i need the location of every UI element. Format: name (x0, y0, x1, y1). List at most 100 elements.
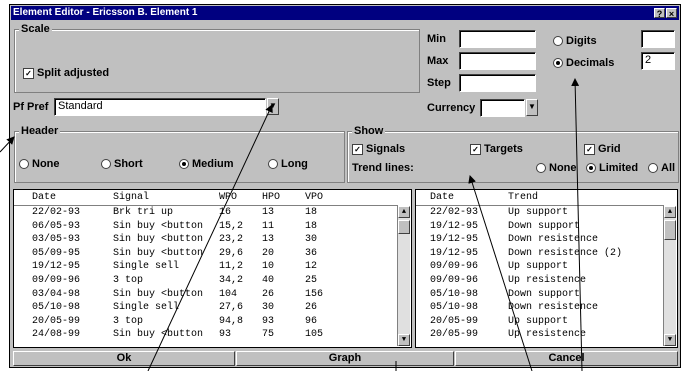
table-cell: 3 top (113, 275, 144, 286)
table-cell: 05/10-98 (430, 288, 479, 300)
checkmark-icon: ✓ (352, 143, 363, 155)
table-cell: 10 (262, 261, 275, 273)
table-cell: 24/08-99 (32, 329, 81, 341)
table-cell: 20/05-99 (430, 315, 479, 327)
signals-scrollbar[interactable]: ▲ ▼ (397, 206, 410, 346)
signals-header-divider (14, 205, 398, 206)
pfpref-dropdown[interactable]: Standard (54, 98, 266, 116)
max-label: Max (427, 55, 449, 67)
table-cell: 96 (305, 315, 318, 327)
grid-checkbox[interactable]: ✓ Grid (584, 143, 621, 155)
table-cell: 104 (219, 288, 238, 300)
table-cell: 156 (305, 288, 324, 300)
header-none-radio[interactable]: None (19, 158, 60, 170)
radio-off-icon (19, 159, 29, 169)
cancel-button[interactable]: Cancel (455, 351, 678, 366)
header-long-label: Long (281, 158, 308, 170)
table-cell: Down support (508, 288, 581, 300)
table-cell: Up support (508, 261, 569, 273)
header-short-label: Short (114, 158, 143, 170)
table-cell: 19/12-95 (430, 220, 479, 232)
table-cell: 3 top (113, 315, 144, 327)
step-field[interactable] (459, 74, 536, 92)
graph-button[interactable]: Graph (236, 351, 454, 366)
decimals-field[interactable]: 2 (641, 52, 675, 70)
radio-off-icon (268, 159, 278, 169)
table-cell: Up resistence (508, 329, 587, 341)
targets-label: Targets (484, 143, 523, 155)
header-medium-radio[interactable]: Medium (179, 158, 234, 170)
scroll-thumb[interactable] (398, 220, 410, 234)
table-cell: 05/10-98 (430, 302, 479, 314)
decimals-radio[interactable]: Decimals (553, 57, 614, 69)
help-button[interactable]: ? (654, 8, 665, 19)
table-cell: 09/09-96 (430, 275, 479, 286)
max-field[interactable] (459, 52, 536, 70)
table-cell: 26 (305, 302, 318, 314)
table-cell: 09/09-96 (430, 261, 479, 273)
table-cell: 05/10-98 (32, 302, 81, 314)
split-adjusted-label: Split adjusted (37, 67, 110, 79)
min-field[interactable] (459, 30, 536, 48)
scroll-thumb[interactable] (664, 220, 676, 240)
radio-on-icon (179, 159, 189, 169)
table-cell: 30 (262, 302, 275, 314)
show-group: Show ✓ Signals ✓ Targets ✓ Grid Trend li… (347, 125, 679, 183)
header-long-radio[interactable]: Long (268, 158, 308, 170)
radio-off-icon (553, 36, 563, 46)
table-cell: Single sell (113, 302, 180, 314)
currency-dropdown-button[interactable]: ▼ (526, 99, 538, 116)
table-cell: 12 (305, 261, 318, 273)
header-medium-label: Medium (192, 158, 234, 170)
targets-checkbox[interactable]: ✓ Targets (470, 143, 523, 155)
header-short-radio[interactable]: Short (101, 158, 143, 170)
table-cell: 93 (262, 315, 275, 327)
scale-group: Scale ✓ Split adjusted (14, 23, 420, 93)
table-cell: Single sell (113, 261, 180, 273)
col-header-hpo: HPO (262, 192, 281, 203)
table-cell: 23,2 (219, 234, 244, 246)
trend-lines-label: Trend lines: (352, 162, 414, 174)
table-cell: Up resistence (508, 275, 587, 286)
scroll-down-icon[interactable]: ▼ (398, 334, 410, 346)
trend-header-divider (416, 205, 664, 206)
digits-field[interactable] (641, 30, 675, 48)
decimals-label: Decimals (566, 57, 615, 69)
ok-button[interactable]: Ok (13, 351, 235, 366)
table-cell: 22/02-93 (430, 207, 479, 218)
trend-none-radio[interactable]: None (536, 162, 577, 174)
checkmark-icon: ✓ (584, 143, 595, 155)
scroll-up-icon[interactable]: ▲ (398, 206, 410, 218)
min-label: Min (427, 33, 446, 45)
radio-off-icon (648, 163, 658, 173)
col-header-vpo: VPO (305, 192, 324, 203)
table-cell: Brk tri up (113, 207, 174, 218)
scroll-down-icon[interactable]: ▼ (664, 334, 676, 346)
table-cell: 11,2 (219, 261, 244, 273)
signals-checkbox[interactable]: ✓ Signals (352, 143, 405, 155)
trend-list[interactable]: Date Trend 22/02-93 Up support 19/12-95 Dow… (415, 189, 678, 348)
signals-list[interactable]: Date Signal WPO HPO VPO 22/02-93 Brk tri … (13, 189, 412, 348)
trend-limited-label: Limited (599, 162, 639, 174)
table-cell: Up support (508, 207, 569, 218)
table-cell: 11 (262, 220, 275, 232)
currency-dropdown[interactable] (480, 99, 525, 117)
currency-label: Currency (427, 102, 476, 114)
grid-label: Grid (598, 143, 621, 155)
close-button[interactable]: × (666, 8, 677, 19)
scroll-up-icon[interactable]: ▲ (664, 206, 676, 218)
table-cell: Down resistence (508, 302, 599, 314)
digits-radio[interactable]: Digits (553, 35, 597, 47)
trend-limited-radio[interactable]: Limited (586, 162, 638, 174)
pfpref-dropdown-button[interactable]: ▼ (267, 98, 279, 115)
header-none-label: None (32, 158, 60, 170)
table-cell: 93 (219, 329, 232, 341)
radio-on-icon (553, 58, 563, 68)
table-cell: 19/12-95 (32, 261, 81, 273)
table-cell: 05/09-95 (32, 247, 81, 259)
table-cell: 13 (262, 207, 275, 218)
table-cell: 29,6 (219, 247, 244, 259)
trend-all-radio[interactable]: All (648, 162, 675, 174)
trend-scrollbar[interactable]: ▲ ▼ (663, 206, 676, 346)
split-adjusted-checkbox[interactable]: ✓ Split adjusted (23, 67, 109, 79)
